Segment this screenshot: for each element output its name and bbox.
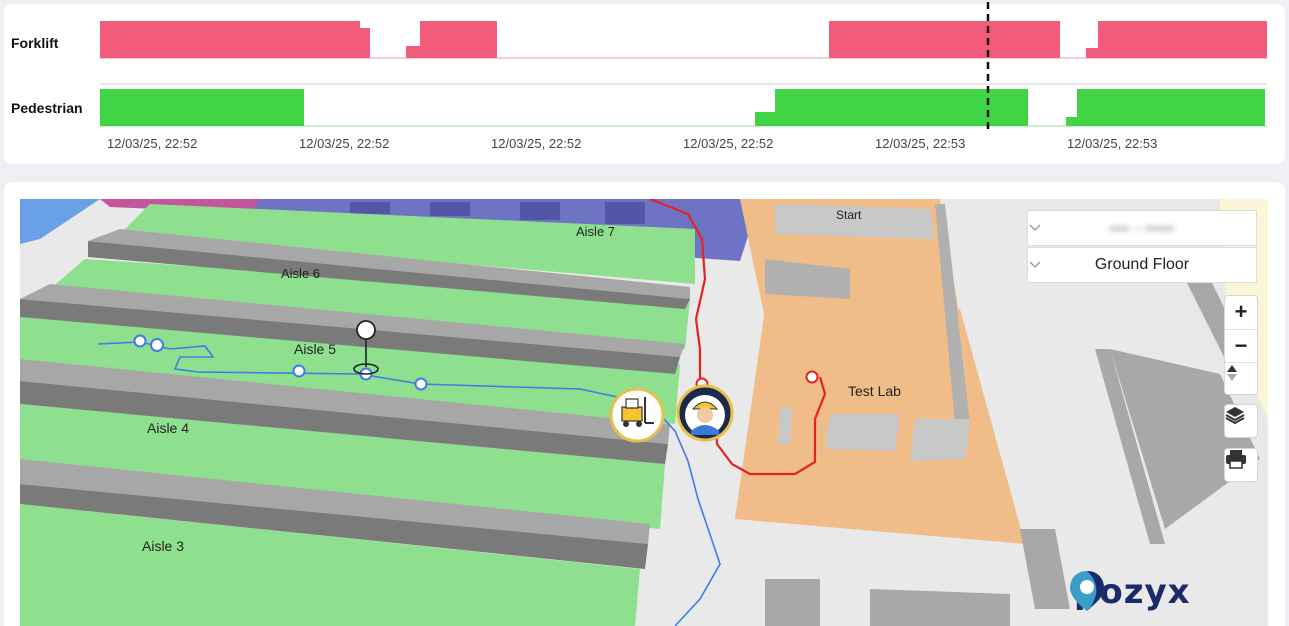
- zoom-controls: + −: [1224, 295, 1258, 395]
- zone-select[interactable]: •••• – ••••••: [1027, 210, 1257, 246]
- zone-select-value: •••• – ••••••: [1109, 220, 1175, 236]
- layers-button[interactable]: [1224, 404, 1258, 438]
- upper-zone-blue: [20, 199, 100, 244]
- pedestrian-activity-track: [100, 83, 1267, 127]
- compass-icon: [1227, 365, 1237, 381]
- floor-map[interactable]: Aisle 7 Aisle 6 Aisle 5 Aisle 4 Aisle 3 …: [20, 199, 1268, 626]
- compass-button[interactable]: [1225, 362, 1257, 394]
- aisle-3-label: Aisle 3: [142, 538, 185, 554]
- worker-marker-icon[interactable]: [676, 384, 734, 442]
- time-tick: 12/03/25, 22:52: [107, 136, 198, 151]
- pozyx-logo: pozyx: [1068, 569, 1191, 615]
- forklift-marker-icon[interactable]: [609, 387, 665, 443]
- chevron-down-icon: [1029, 224, 1041, 231]
- start-room-label: Start: [836, 208, 862, 222]
- aisle-7-label: Aisle 7: [576, 224, 616, 239]
- aisle-4-label: Aisle 4: [147, 420, 190, 436]
- print-icon: [1226, 450, 1246, 469]
- forklift-activity-track: [100, 21, 1267, 59]
- time-tick: 12/03/25, 22:52: [491, 136, 582, 151]
- time-tick: 12/03/25, 22:53: [1067, 136, 1158, 151]
- zoom-in-button[interactable]: +: [1225, 296, 1257, 328]
- zoom-out-button[interactable]: −: [1225, 329, 1257, 361]
- time-tick: 12/03/25, 22:52: [683, 136, 774, 151]
- time-tick: 12/03/25, 22:53: [875, 136, 966, 151]
- aisle-5-label: Aisle 5: [294, 341, 337, 357]
- pozyx-pin-icon: [1070, 571, 1104, 611]
- time-tick: 12/03/25, 22:52: [299, 136, 390, 151]
- chevron-down-icon: [1029, 261, 1041, 268]
- pedestrian-waypoint: [805, 370, 819, 384]
- rooms: [735, 199, 1025, 544]
- aisle-6-label: Aisle 6: [281, 266, 321, 281]
- floor-select-value: Ground Floor: [1094, 256, 1190, 273]
- floor-select[interactable]: Ground Floor: [1027, 247, 1257, 283]
- print-button[interactable]: [1224, 448, 1258, 482]
- layers-icon: [1225, 407, 1245, 425]
- test-lab-label: Test Lab: [848, 383, 901, 399]
- timeline-chart[interactable]: [0, 0, 1289, 135]
